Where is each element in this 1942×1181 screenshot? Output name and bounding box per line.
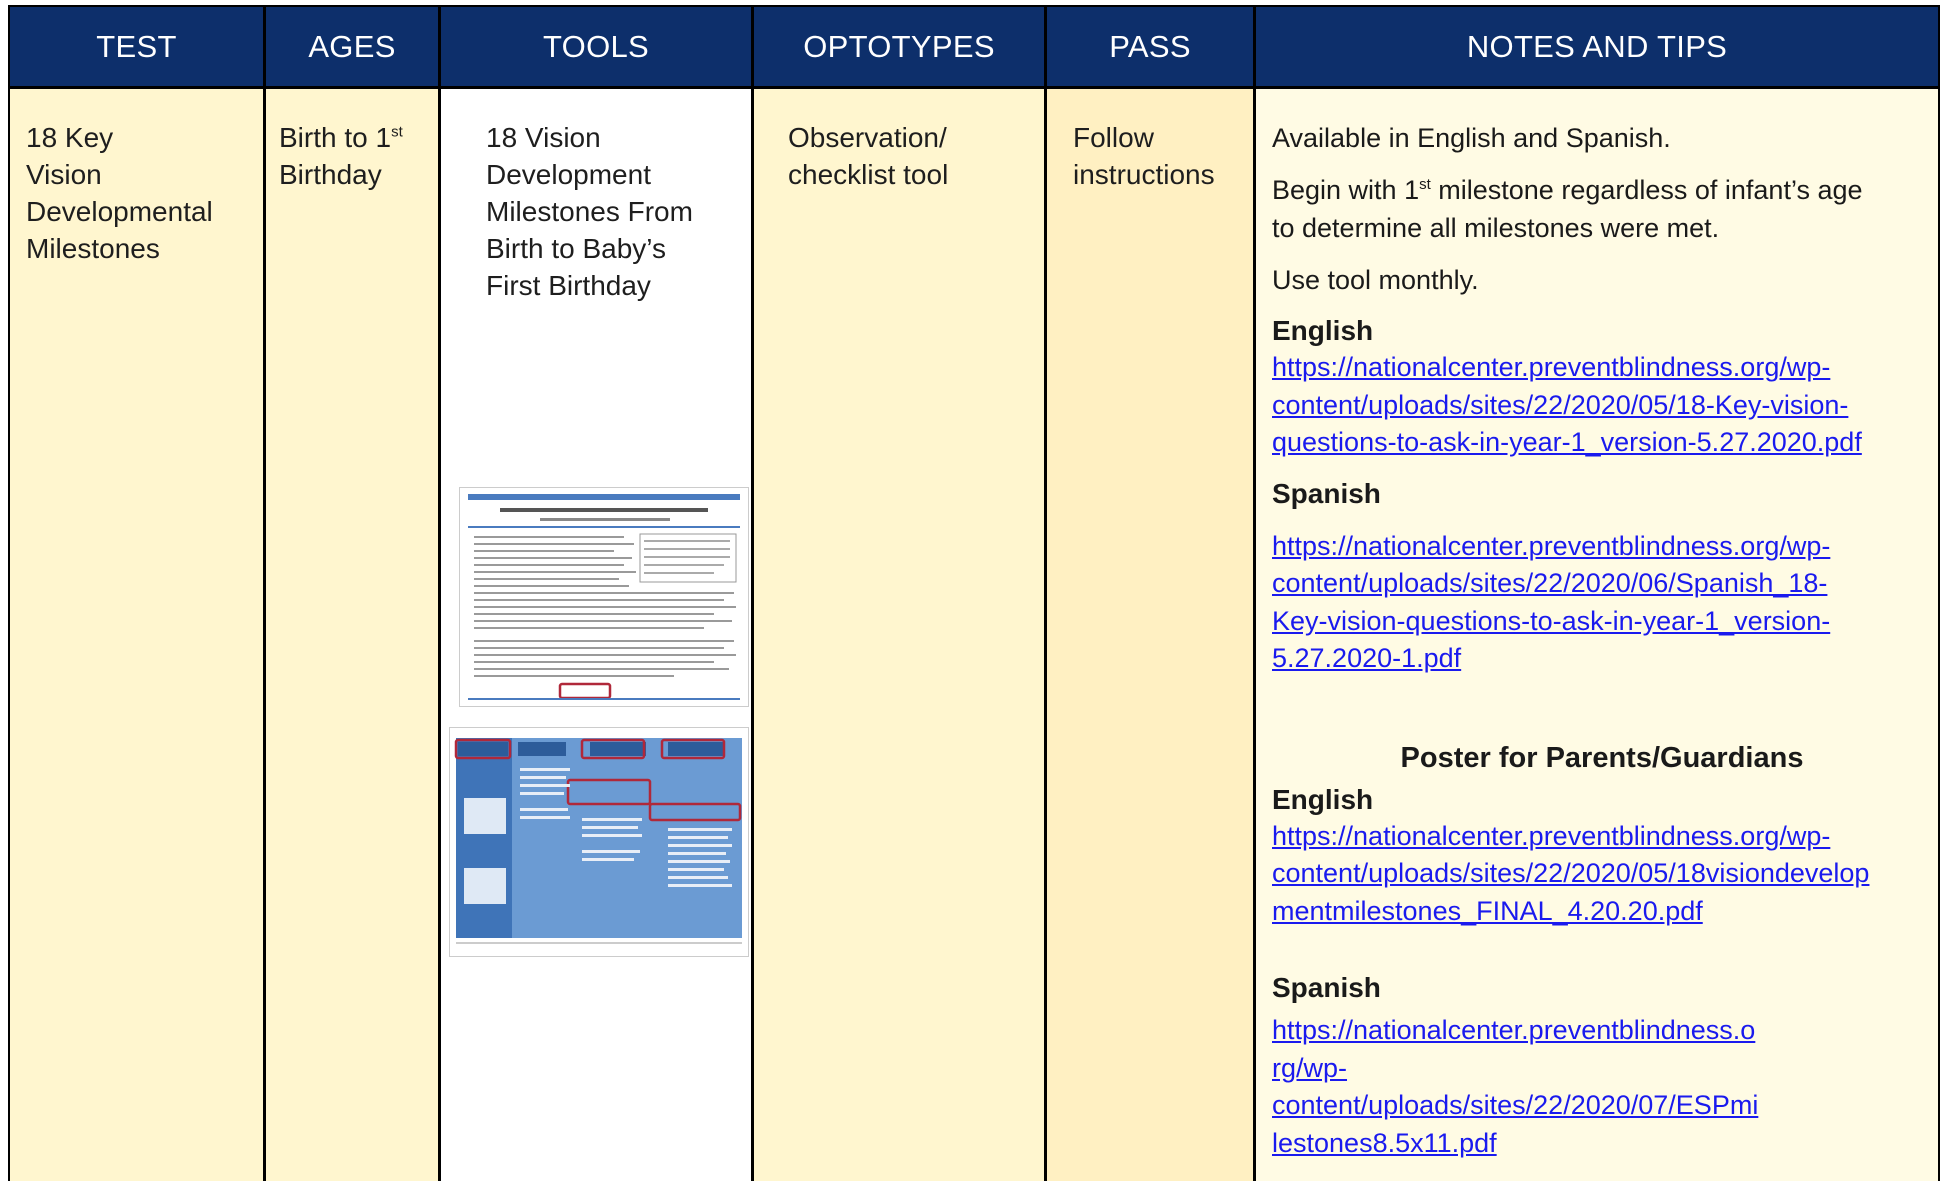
column-divider <box>263 7 266 1181</box>
begin-note: Begin with 1st milestone regardless of i… <box>1272 175 1863 205</box>
poster-heading: Poster for Parents/Guardians <box>1400 741 1804 774</box>
spanish-label: Spanish <box>1272 477 1381 509</box>
tools-line: First Birthday <box>486 270 651 301</box>
cell-optotypes: Observation/ checklist tool <box>754 89 1044 1181</box>
tools-line: Development <box>486 159 651 190</box>
spanish-link[interactable]: https://nationalcenter.preventblindness.… <box>1272 528 1932 678</box>
test-line: Vision <box>26 159 102 190</box>
link-line[interactable]: questions-to-ask-in-year-1_version-5.27.… <box>1272 424 1932 462</box>
poster-english-label: English <box>1272 783 1374 815</box>
table-header-row: TEST AGES TOOLS OPTOTYPES PASS NOTES AND… <box>10 7 1938 89</box>
header-notes-and-tips: NOTES AND TIPS <box>1466 28 1728 64</box>
tools-line: Birth to Baby’s <box>486 233 667 264</box>
link-line[interactable]: rg/wp- <box>1272 1050 1932 1088</box>
poster-spanish-link[interactable]: https://nationalcenter.preventblindness.… <box>1272 1012 1932 1162</box>
column-divider <box>751 7 754 1181</box>
checklist-document-thumbnail <box>459 487 749 707</box>
guidelines-table: TEST AGES TOOLS OPTOTYPES PASS NOTES AND… <box>8 5 1940 1181</box>
column-divider <box>1253 7 1256 1181</box>
ages-superscript: st <box>391 123 403 141</box>
test-line: Developmental <box>26 196 213 227</box>
pass-line: instructions <box>1073 159 1215 190</box>
header-test: TEST <box>96 28 177 64</box>
optotypes-line: Observation/ <box>788 122 947 153</box>
link-line[interactable]: https://nationalcenter.preventblindness.… <box>1272 528 1932 566</box>
ages-line: Birth to 1 <box>279 122 392 153</box>
link-line[interactable]: content/uploads/sites/22/2020/05/18-Key-… <box>1272 387 1932 425</box>
cell-pass: Follow instructions <box>1047 89 1253 1181</box>
use-monthly-note: Use tool monthly. <box>1272 265 1479 295</box>
begin-note-continued: to determine all milestones were met. <box>1272 213 1720 243</box>
poster-spanish-label: Spanish <box>1272 972 1381 1003</box>
pass-line: Follow <box>1073 122 1154 153</box>
column-divider <box>1044 7 1047 1181</box>
link-line[interactable]: content/uploads/sites/22/2020/05/18visio… <box>1272 855 1932 893</box>
english-link[interactable]: https://nationalcenter.preventblindness.… <box>1272 349 1932 462</box>
header-tools: TOOLS <box>542 28 650 64</box>
test-line: 18 Key <box>26 122 114 153</box>
ages-line: Birthday <box>279 159 382 190</box>
column-divider <box>438 7 441 1181</box>
cell-test: 18 Key Vision Developmental Milestones <box>10 89 263 1181</box>
header-pass: PASS <box>1109 28 1191 64</box>
header-ages: AGES <box>308 28 396 64</box>
link-line[interactable]: Key-vision-questions-to-ask-in-year-1_ve… <box>1272 603 1932 641</box>
tools-line: Milestones From <box>486 196 693 227</box>
link-line[interactable]: mentmilestones_FINAL_4.20.20.pdf <box>1272 893 1932 931</box>
test-line: Milestones <box>26 233 160 264</box>
cell-tools: 18 Vision Development Milestones From Bi… <box>441 89 751 1181</box>
cell-ages: Birth to 1st Birthday <box>266 89 438 1181</box>
availability-note: Available in English and Spanish. <box>1272 123 1671 153</box>
poster-english-link[interactable]: https://nationalcenter.preventblindness.… <box>1272 818 1932 931</box>
tools-line: 18 Vision <box>486 122 601 153</box>
link-line[interactable]: 5.27.2020-1.pdf <box>1272 640 1932 678</box>
header-optotypes: OPTOTYPES <box>803 28 995 64</box>
link-line[interactable]: content/uploads/sites/22/2020/07/ESPmi <box>1272 1087 1932 1125</box>
link-line[interactable]: https://nationalcenter.preventblindness.… <box>1272 1012 1932 1050</box>
link-line[interactable]: lestones8.5x11.pdf <box>1272 1125 1932 1163</box>
english-label: English <box>1272 315 1374 346</box>
optotypes-line: checklist tool <box>788 159 949 190</box>
poster-thumbnail <box>449 727 749 957</box>
link-line[interactable]: https://nationalcenter.preventblindness.… <box>1272 349 1932 387</box>
link-line[interactable]: https://nationalcenter.preventblindness.… <box>1272 818 1932 856</box>
link-line[interactable]: content/uploads/sites/22/2020/06/Spanish… <box>1272 565 1932 603</box>
cell-notes: Available in English and Spanish. Begin … <box>1256 89 1938 1181</box>
